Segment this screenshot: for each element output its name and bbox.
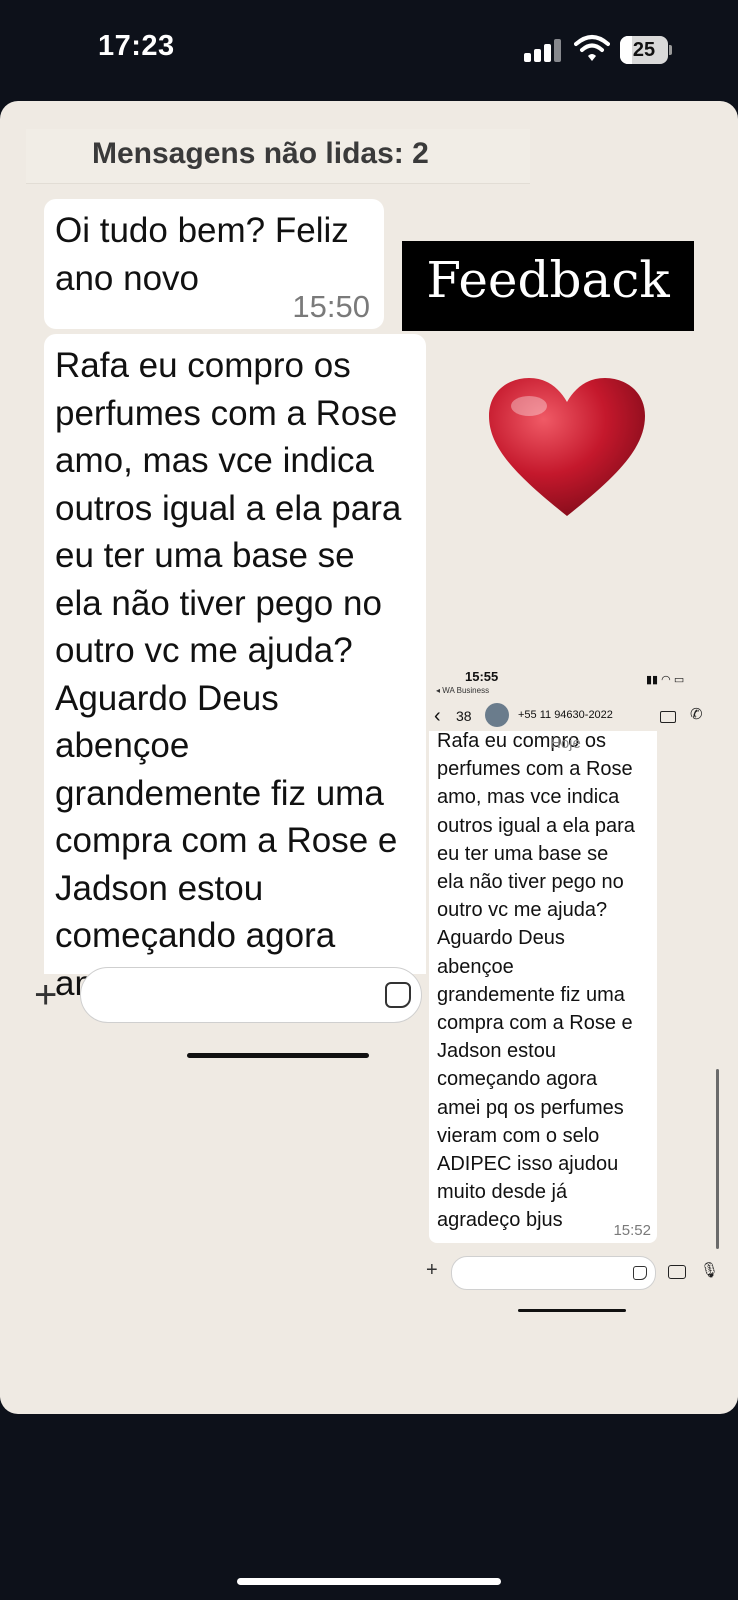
mini-unread-count: 38: [456, 708, 472, 724]
wifi-icon: [574, 35, 610, 61]
mini-back-app: ◂ WA Business: [436, 686, 490, 695]
mini-sticker-icon: [633, 1266, 647, 1280]
mini-message-text: Rafa eu compro os perfumes com a Rose am…: [437, 730, 635, 1232]
home-indicator: [187, 1053, 369, 1058]
feedback-sticker: Feedback: [402, 241, 694, 331]
sticker-icon[interactable]: [385, 982, 411, 1008]
feedback-label: Feedback: [426, 251, 670, 309]
unread-label: Mensagens não lidas: 2: [92, 137, 429, 170]
message-text: Rafa eu compro os perfumes com a Rose am…: [55, 346, 402, 1003]
mini-message-bubble: Rafa eu compro os perfumes com a Rose am…: [429, 730, 657, 1243]
microphone-icon: 🎙: [700, 1262, 720, 1279]
back-chevron-icon[interactable]: ‹: [434, 705, 441, 728]
mini-plus-icon: +: [426, 1259, 438, 1281]
attach-plus-icon[interactable]: +: [34, 973, 57, 1018]
story-card: Mensagens não lidas: 2 Oi tudo bem? Feli…: [0, 101, 738, 1414]
video-call-icon: [660, 711, 676, 723]
battery-percent: 25: [632, 39, 656, 61]
avatar: [485, 703, 509, 727]
home-indicator: [237, 1578, 501, 1585]
message-bubble[interactable]: Rafa eu compro os perfumes com a Rose am…: [44, 334, 426, 1003]
camera-icon: [668, 1265, 686, 1279]
status-time: 17:23: [98, 30, 175, 62]
mini-scrollbar: [716, 1069, 719, 1249]
mini-status-icons: ▮▮ ◠ ▭: [646, 674, 685, 686]
cellular-signal-icon: [524, 38, 562, 62]
message-bubble[interactable]: Oi tudo bem? Feliz ano novo 15:50: [44, 199, 384, 329]
status-bar: 17:23 25: [0, 0, 738, 100]
mini-message-input: [451, 1256, 656, 1290]
message-input[interactable]: [80, 967, 422, 1023]
unread-banner: Mensagens não lidas: 2: [26, 129, 530, 184]
embedded-screenshot: 15:55 ◂ WA Business ▮▮ ◠ ▭ ‹ 38 +55 11 9…: [426, 669, 738, 1329]
mini-contact-name: +55 11 94630-2022: [518, 709, 613, 721]
mini-home-indicator: [518, 1309, 626, 1312]
mini-status-time: 15:55: [465, 669, 499, 684]
mini-message-time: 15:52: [613, 1222, 651, 1239]
heart-icon: [489, 378, 645, 516]
message-time: 15:50: [292, 289, 370, 324]
mini-date-chip: Hoje: [550, 735, 581, 752]
battery-icon: 25: [620, 36, 672, 64]
phone-icon: ✆: [690, 706, 703, 723]
